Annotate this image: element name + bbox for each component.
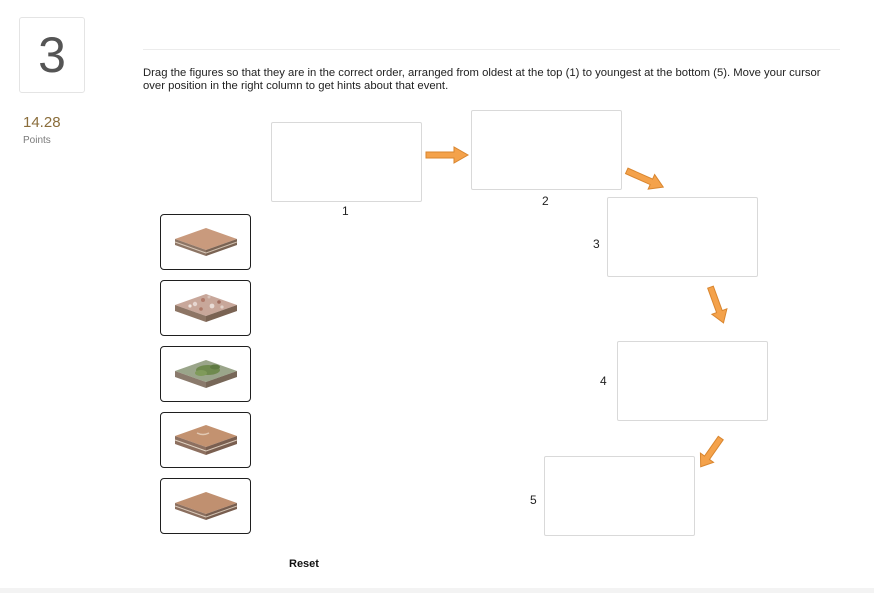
- reset-button[interactable]: Reset: [289, 558, 319, 570]
- rock-layer-block-icon: [174, 228, 237, 256]
- rock-layer-eroded-block-icon: [174, 425, 237, 455]
- divider: [143, 49, 840, 50]
- footer-divider: [0, 588, 874, 593]
- slot-label-5: 5: [530, 493, 537, 507]
- points-value: 14.28: [23, 114, 61, 131]
- points-label: Points: [23, 135, 51, 146]
- draggable-tile-5[interactable]: [160, 478, 251, 534]
- drop-slot-5[interactable]: [544, 456, 695, 536]
- slot-label-1: 1: [342, 204, 349, 218]
- rock-layer-plain-block-icon: [174, 492, 237, 520]
- rock-layer-rubble-block-icon: [174, 294, 237, 322]
- draggable-tile-1[interactable]: [160, 214, 251, 270]
- draggable-tile-2[interactable]: [160, 280, 251, 336]
- slot-label-2: 2: [542, 194, 549, 208]
- drop-slot-3[interactable]: [607, 197, 758, 277]
- draggable-tile-4[interactable]: [160, 412, 251, 468]
- drop-slot-2[interactable]: [471, 110, 622, 190]
- drop-slot-1[interactable]: [271, 122, 422, 202]
- slot-label-4: 4: [600, 374, 607, 388]
- slot-label-3: 3: [593, 237, 600, 251]
- arrow-right-icon: [425, 146, 470, 164]
- draggable-tile-3[interactable]: [160, 346, 251, 402]
- arrow-down-left-icon: [699, 435, 724, 468]
- rock-layer-vegetation-block-icon: [174, 360, 237, 388]
- instructions-text: Drag the figures so that they are in the…: [143, 67, 821, 92]
- arrow-down-right-icon: [624, 167, 665, 190]
- drop-slot-4[interactable]: [617, 341, 768, 421]
- arrow-down-icon: [707, 285, 728, 324]
- question-number: 3: [19, 17, 85, 93]
